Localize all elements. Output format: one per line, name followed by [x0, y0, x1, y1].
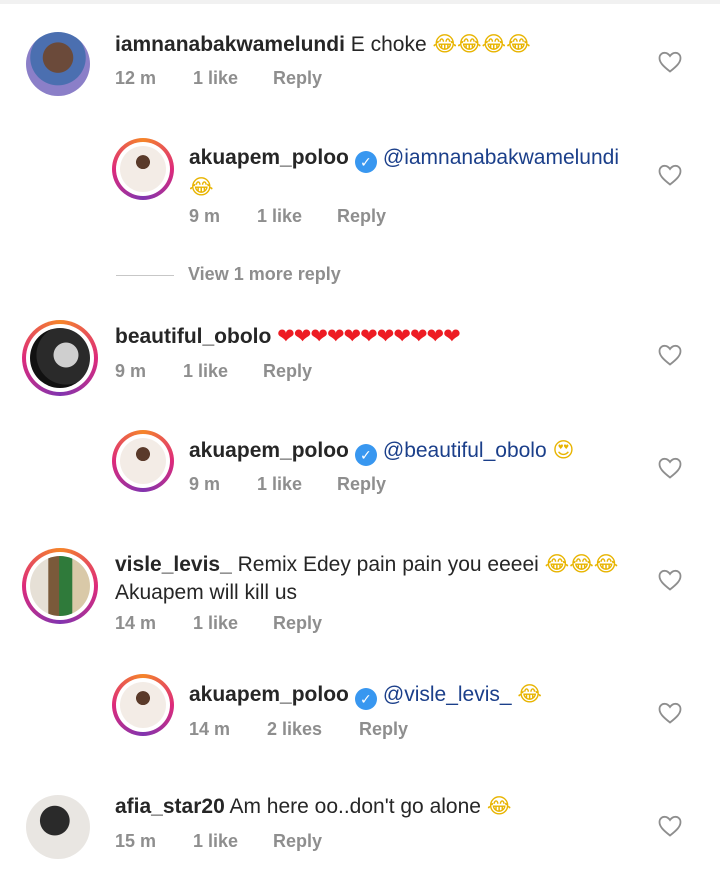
top-divider	[0, 0, 720, 4]
reply-button[interactable]: Reply	[359, 719, 408, 740]
timestamp: 15 m	[115, 831, 157, 851]
comment-text: visle_levis_ Remix Edey pain pain you ee…	[115, 550, 655, 607]
heart-outline-icon[interactable]	[658, 164, 682, 186]
verified-badge-icon: ✓	[354, 151, 377, 173]
username[interactable]: akuapem_poloo	[189, 683, 349, 706]
likes-count[interactable]: 1 like	[193, 831, 238, 852]
timestamp: 14 m	[115, 613, 157, 633]
reply-button[interactable]: Reply	[273, 613, 322, 634]
avatar[interactable]	[22, 548, 98, 624]
emoji: 😂	[517, 682, 542, 706]
timestamp: 9 m	[189, 206, 221, 226]
heart-outline-icon[interactable]	[658, 51, 682, 73]
reply-button[interactable]: Reply	[337, 206, 386, 227]
mention-link[interactable]: @iamnanabakwamelundi	[383, 146, 619, 169]
username[interactable]: afia_star20	[115, 795, 225, 818]
comment-body: Remix Edey pain pain you eeeei	[237, 553, 539, 576]
comment-text: afia_star20 Am here oo..don't go alone 😂	[115, 792, 511, 821]
comment-body-line-2: Akuapem will kill us	[115, 581, 298, 604]
likes-count[interactable]: 1 like	[183, 361, 228, 382]
mention-link[interactable]: @visle_levis_	[383, 683, 512, 706]
likes-count[interactable]: 1 like	[193, 613, 238, 634]
emoji: 😍	[552, 438, 575, 462]
emoji: 😂😂😂😂	[432, 32, 531, 56]
timestamp: 9 m	[115, 361, 147, 381]
comment-text: akuapem_poloo ✓ @visle_levis_ 😂	[189, 680, 542, 710]
view-more-label[interactable]: View 1 more reply	[188, 264, 341, 285]
verified-badge-icon: ✓	[354, 688, 377, 710]
likes-count[interactable]: 1 like	[257, 474, 302, 495]
timestamp: 12 m	[115, 68, 157, 88]
username[interactable]: akuapem_poloo	[189, 146, 349, 169]
comment-body: Am here oo..don't go alone	[229, 795, 481, 818]
reply-button[interactable]: Reply	[273, 831, 322, 852]
comment-text: akuapem_poloo ✓ @iamnanabakwamelundi 😂	[189, 144, 659, 202]
comment-text: beautiful_obolo ❤❤❤❤❤❤❤❤❤❤❤	[115, 322, 461, 351]
heart-outline-icon[interactable]	[658, 457, 682, 479]
emoji: 😂😂😂	[544, 552, 619, 576]
username[interactable]: akuapem_poloo	[189, 439, 349, 462]
likes-count[interactable]: 1 like	[193, 68, 238, 89]
username[interactable]: iamnanabakwamelundi	[115, 33, 345, 56]
emoji: ❤❤❤❤❤❤❤❤❤❤❤	[277, 324, 461, 348]
comment-body: E choke	[350, 33, 427, 56]
heart-outline-icon[interactable]	[658, 815, 682, 837]
emoji: 😂	[189, 175, 214, 199]
likes-count[interactable]: 2 likes	[267, 719, 322, 740]
reply-button[interactable]: Reply	[337, 474, 386, 495]
reply-button[interactable]: Reply	[273, 68, 322, 89]
avatar[interactable]	[112, 138, 174, 200]
emoji: 😂	[486, 794, 512, 818]
likes-count[interactable]: 1 like	[257, 206, 302, 227]
divider	[116, 275, 174, 276]
mention-link[interactable]: @beautiful_obolo	[383, 439, 547, 462]
timestamp: 9 m	[189, 474, 221, 494]
username[interactable]: beautiful_obolo	[115, 325, 271, 348]
heart-outline-icon[interactable]	[658, 569, 682, 591]
timestamp: 14 m	[189, 719, 231, 739]
reply-button[interactable]: Reply	[263, 361, 312, 382]
username[interactable]: visle_levis_	[115, 553, 232, 576]
comment-text: akuapem_poloo ✓ @beautiful_obolo 😍	[189, 436, 574, 466]
avatar[interactable]	[112, 674, 174, 736]
avatar[interactable]	[26, 32, 90, 96]
avatar[interactable]	[22, 320, 98, 396]
avatar[interactable]	[26, 795, 90, 859]
comment-text: iamnanabakwamelundi E choke 😂😂😂😂	[115, 30, 531, 59]
avatar[interactable]	[112, 430, 174, 492]
heart-outline-icon[interactable]	[658, 344, 682, 366]
verified-badge-icon: ✓	[354, 444, 377, 466]
heart-outline-icon[interactable]	[658, 702, 682, 724]
